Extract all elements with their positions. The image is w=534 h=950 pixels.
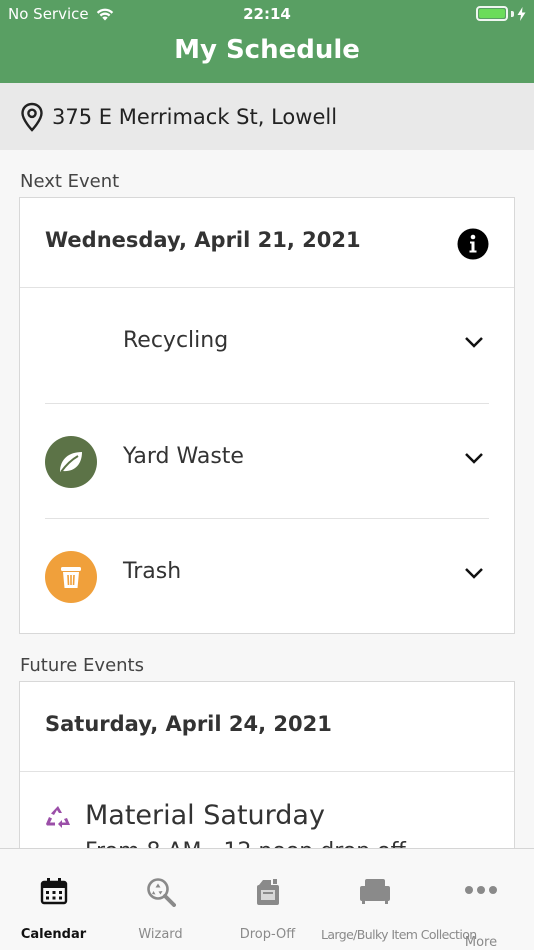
more-dots-icon <box>465 886 497 894</box>
future-events-label: Future Events <box>20 655 144 676</box>
future-event-title: Material Saturday <box>85 800 325 831</box>
chevron-down-icon <box>465 568 483 579</box>
chevron-down-icon <box>465 453 483 464</box>
status-bar: No Service 22:14 <box>0 0 534 28</box>
battery-icon <box>476 6 508 21</box>
tab-bulky-item[interactable]: Large/Bulky Item Collection <box>321 849 477 950</box>
tab-more[interactable]: More <box>428 849 534 950</box>
chevron-down-icon <box>465 337 483 348</box>
recycle-symbol-icon <box>46 806 70 828</box>
page-title: My Schedule <box>174 35 360 65</box>
tab-drop-off[interactable]: Drop-Off <box>214 849 321 950</box>
app-header: No Service 22:14 My Schedule <box>0 0 534 83</box>
tab-label: Wizard <box>138 927 183 942</box>
tab-label: Drop-Off <box>239 927 296 942</box>
location-pin-icon <box>21 102 43 132</box>
card-header-divider <box>20 771 514 772</box>
event-label: Recycling <box>123 328 229 353</box>
status-right <box>476 6 526 21</box>
event-row-yard-waste[interactable]: Yard Waste <box>45 404 489 519</box>
tab-label: More <box>464 935 498 950</box>
address-text: 375 E Merrimack St, Lowell <box>52 104 338 129</box>
event-label: Trash <box>123 559 182 584</box>
leaf-icon <box>45 436 97 488</box>
future-event-date: Saturday, April 24, 2021 <box>45 712 332 736</box>
event-row-trash[interactable]: Trash <box>45 519 489 634</box>
tab-label: Calendar <box>20 927 87 942</box>
charging-bolt-icon <box>517 6 526 21</box>
event-label: Yard Waste <box>123 444 244 469</box>
next-event-date: Wednesday, April 21, 2021 <box>45 228 361 252</box>
future-event-card: Saturday, April 24, 2021 Material Saturd… <box>19 681 515 864</box>
magnifier-recycle-icon <box>146 878 176 907</box>
tab-calendar[interactable]: Calendar <box>0 849 107 950</box>
next-event-card: Wednesday, April 21, 2021 Recycling Yard… <box>19 197 515 634</box>
next-event-label: Next Event <box>20 171 120 192</box>
container-icon <box>256 879 279 905</box>
info-icon[interactable] <box>457 228 489 260</box>
armchair-icon <box>359 879 390 904</box>
tab-label: Large/Bulky Item Collection <box>321 927 477 942</box>
address-bar[interactable]: 375 E Merrimack St, Lowell <box>0 83 534 150</box>
status-time: 22:14 <box>243 5 291 23</box>
event-row-recycling[interactable]: Recycling <box>45 288 489 403</box>
calendar-icon <box>40 878 67 905</box>
trash-bin-icon <box>45 551 97 603</box>
tab-wizard[interactable]: Wizard <box>107 849 214 950</box>
tab-bar: Calendar Wizard Drop-Off Large/Bulky Ite… <box>0 848 534 950</box>
